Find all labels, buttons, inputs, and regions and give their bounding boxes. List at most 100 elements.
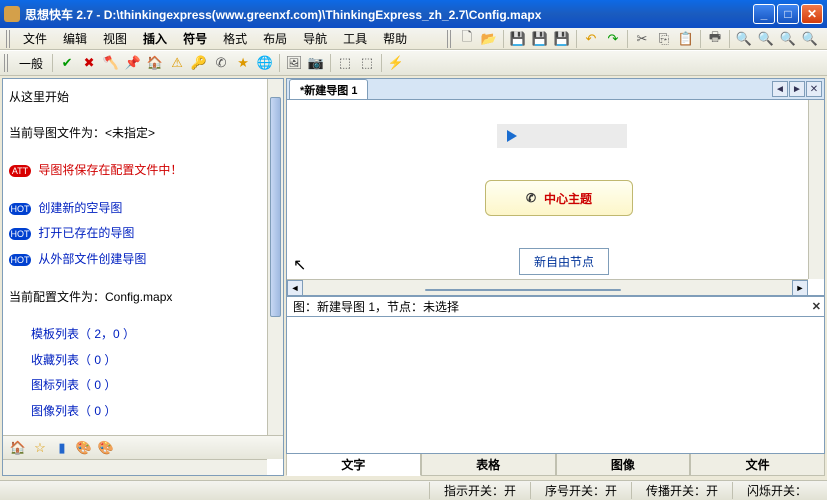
- save-icon[interactable]: 💾: [508, 29, 528, 49]
- paste-icon[interactable]: 📋: [676, 29, 696, 49]
- cross-icon[interactable]: ✖: [79, 53, 99, 73]
- config-value: Config.mapx: [105, 290, 172, 304]
- link-open-existing[interactable]: HOT 打开已存在的导图: [9, 223, 277, 245]
- bookmark-tab-icon[interactable]: ▮: [52, 438, 72, 458]
- image-icon[interactable]: 🖼: [284, 53, 304, 73]
- menu-layout[interactable]: 布局: [255, 28, 295, 49]
- minimize-button[interactable]: _: [753, 4, 775, 24]
- palette-tab-icon[interactable]: 🎨: [96, 438, 116, 458]
- document-tab[interactable]: *新建导图 1: [289, 79, 368, 99]
- phone-icon: ✆: [526, 191, 536, 205]
- run-icon[interactable]: ⚡: [386, 53, 406, 73]
- right-column: *新建导图 1 ◄ ► ✕ ✆ 中心主题 新自由节点 ↖ ◄ ►: [286, 78, 825, 476]
- sidebar-bottom-toolbar: 🏠 ☆ ▮ 🎨 🎨: [3, 435, 283, 459]
- cursor-icon: ↖: [293, 255, 306, 275]
- key-icon[interactable]: 🔑: [189, 53, 209, 73]
- zoom-reset-icon[interactable]: 🔍: [800, 29, 820, 49]
- close-button[interactable]: ✕: [801, 4, 823, 24]
- menu-tools[interactable]: 工具: [335, 28, 375, 49]
- toolbar1-grip[interactable]: [447, 30, 453, 48]
- window-title: 思想快车 2.7 - D:\thinkingexpress(www.greenx…: [25, 6, 751, 23]
- toolbar-general-label[interactable]: 一般: [13, 55, 49, 72]
- detail-tab-text[interactable]: 文字: [286, 454, 421, 476]
- list-templates[interactable]: 模板列表（ 2，0 ）: [31, 324, 277, 346]
- current-map-prefix: 当前导图文件为：: [9, 126, 105, 140]
- toolbar2-grip[interactable]: [4, 54, 10, 72]
- menubar-grip[interactable]: [6, 30, 12, 48]
- open-icon[interactable]: 📂: [479, 29, 499, 49]
- new-icon[interactable]: 🗋: [457, 29, 477, 49]
- zoom-fit-icon[interactable]: 🔍: [778, 29, 798, 49]
- menu-file[interactable]: 文件: [15, 28, 55, 49]
- save-all-icon[interactable]: 💾: [552, 29, 572, 49]
- menu-symbol[interactable]: 符号: [175, 28, 215, 49]
- free-node[interactable]: 新自由节点: [519, 248, 609, 275]
- redo-icon[interactable]: ↷: [603, 29, 623, 49]
- scroll-left-icon[interactable]: ◄: [287, 280, 303, 296]
- menu-format[interactable]: 格式: [215, 28, 255, 49]
- menu-edit[interactable]: 编辑: [55, 28, 95, 49]
- home-icon[interactable]: 🏠: [145, 53, 165, 73]
- mindmap-canvas[interactable]: ✆ 中心主题 新自由节点 ↖ ◄ ►: [286, 100, 825, 296]
- star-tab-icon[interactable]: ☆: [30, 438, 50, 458]
- print-icon[interactable]: 🖶: [705, 29, 725, 49]
- menu-insert[interactable]: 插入: [135, 28, 175, 49]
- phone-icon[interactable]: ✆: [211, 53, 231, 73]
- zoom-out-icon[interactable]: 🔍: [756, 29, 776, 49]
- menu-nav[interactable]: 导航: [295, 28, 335, 49]
- config-warning-line: ATT 导图将保存在配置文件中！: [9, 160, 277, 182]
- detail-close-icon[interactable]: ✕: [812, 300, 821, 313]
- title-separator: -: [96, 8, 103, 22]
- list-images[interactable]: 图像列表（ 0 ）: [31, 401, 277, 423]
- app-name: 思想快车 2.7: [25, 8, 93, 22]
- detail-tab-image[interactable]: 图像: [556, 454, 691, 476]
- check-icon[interactable]: ✔: [57, 53, 77, 73]
- canvas-scrollbar-v[interactable]: [808, 100, 824, 279]
- copy-icon[interactable]: ⎘: [654, 29, 674, 49]
- sidebar-scrollbar-h[interactable]: [3, 459, 267, 475]
- node-add-icon[interactable]: ⬚: [335, 53, 355, 73]
- link-create-empty[interactable]: HOT 创建新的空导图: [9, 198, 277, 220]
- pin-icon[interactable]: 📌: [123, 53, 143, 73]
- sidebar-scrollbar-v[interactable]: [267, 79, 283, 457]
- current-config-line: 当前配置文件为：Config.mapx: [9, 287, 277, 309]
- status-relay: 传播开关：开: [631, 482, 732, 499]
- canvas-scrollbar-h[interactable]: ◄ ►: [287, 279, 808, 295]
- sidebar-scroll-thumb[interactable]: [270, 97, 281, 317]
- detail-tab-file[interactable]: 文件: [690, 454, 825, 476]
- node-child-icon[interactable]: ⬚: [357, 53, 377, 73]
- save-as-icon[interactable]: 💾: [530, 29, 550, 49]
- list-favorites[interactable]: 收藏列表（ 0 ）: [31, 350, 277, 372]
- detail-tab-table[interactable]: 表格: [421, 454, 556, 476]
- start-here-heading: 从这里开始: [9, 87, 277, 109]
- tab-scroll-right-icon[interactable]: ►: [789, 81, 805, 97]
- star-icon[interactable]: ★: [233, 53, 253, 73]
- menu-view[interactable]: 视图: [95, 28, 135, 49]
- axe-icon[interactable]: 🪓: [101, 53, 121, 73]
- camera-icon[interactable]: 📷: [306, 53, 326, 73]
- home-tab-icon[interactable]: 🏠: [8, 438, 28, 458]
- center-topic-label: 中心主题: [544, 190, 592, 207]
- center-topic-node[interactable]: ✆ 中心主题: [485, 180, 633, 216]
- color-tab-icon[interactable]: 🎨: [74, 438, 94, 458]
- menu-help[interactable]: 帮助: [375, 28, 415, 49]
- list-iconsets[interactable]: 图标列表（ 0 ）: [31, 375, 277, 397]
- canvas-hscroll-thumb[interactable]: [425, 289, 621, 291]
- config-warning-text: 导图将保存在配置文件中！: [38, 163, 182, 177]
- main-area: ✕ 从这里开始 当前导图文件为：<未指定> ATT 导图将保存在配置文件中！ H…: [0, 76, 827, 478]
- status-indicator: 指示开关：开: [429, 482, 530, 499]
- link-import-external[interactable]: HOT 从外部文件创建导图: [9, 249, 277, 271]
- warning-icon[interactable]: ⚠: [167, 53, 187, 73]
- scroll-right-icon[interactable]: ►: [792, 280, 808, 296]
- zoom-in-icon[interactable]: 🔍: [734, 29, 754, 49]
- window-path: D:\thinkingexpress(www.greenxf.com)\Thin…: [104, 8, 542, 22]
- tab-close-icon[interactable]: ✕: [806, 81, 822, 97]
- undo-icon[interactable]: ↶: [581, 29, 601, 49]
- tab-scroll-left-icon[interactable]: ◄: [772, 81, 788, 97]
- maximize-button[interactable]: □: [777, 4, 799, 24]
- cut-icon[interactable]: ✂: [632, 29, 652, 49]
- hot-badge-icon: HOT: [9, 254, 31, 266]
- detail-header-text: 图：新建导图 1，节点：未选择: [293, 298, 459, 315]
- link-import-label: 从外部文件创建导图: [38, 252, 146, 266]
- globe-icon[interactable]: 🌐: [255, 53, 275, 73]
